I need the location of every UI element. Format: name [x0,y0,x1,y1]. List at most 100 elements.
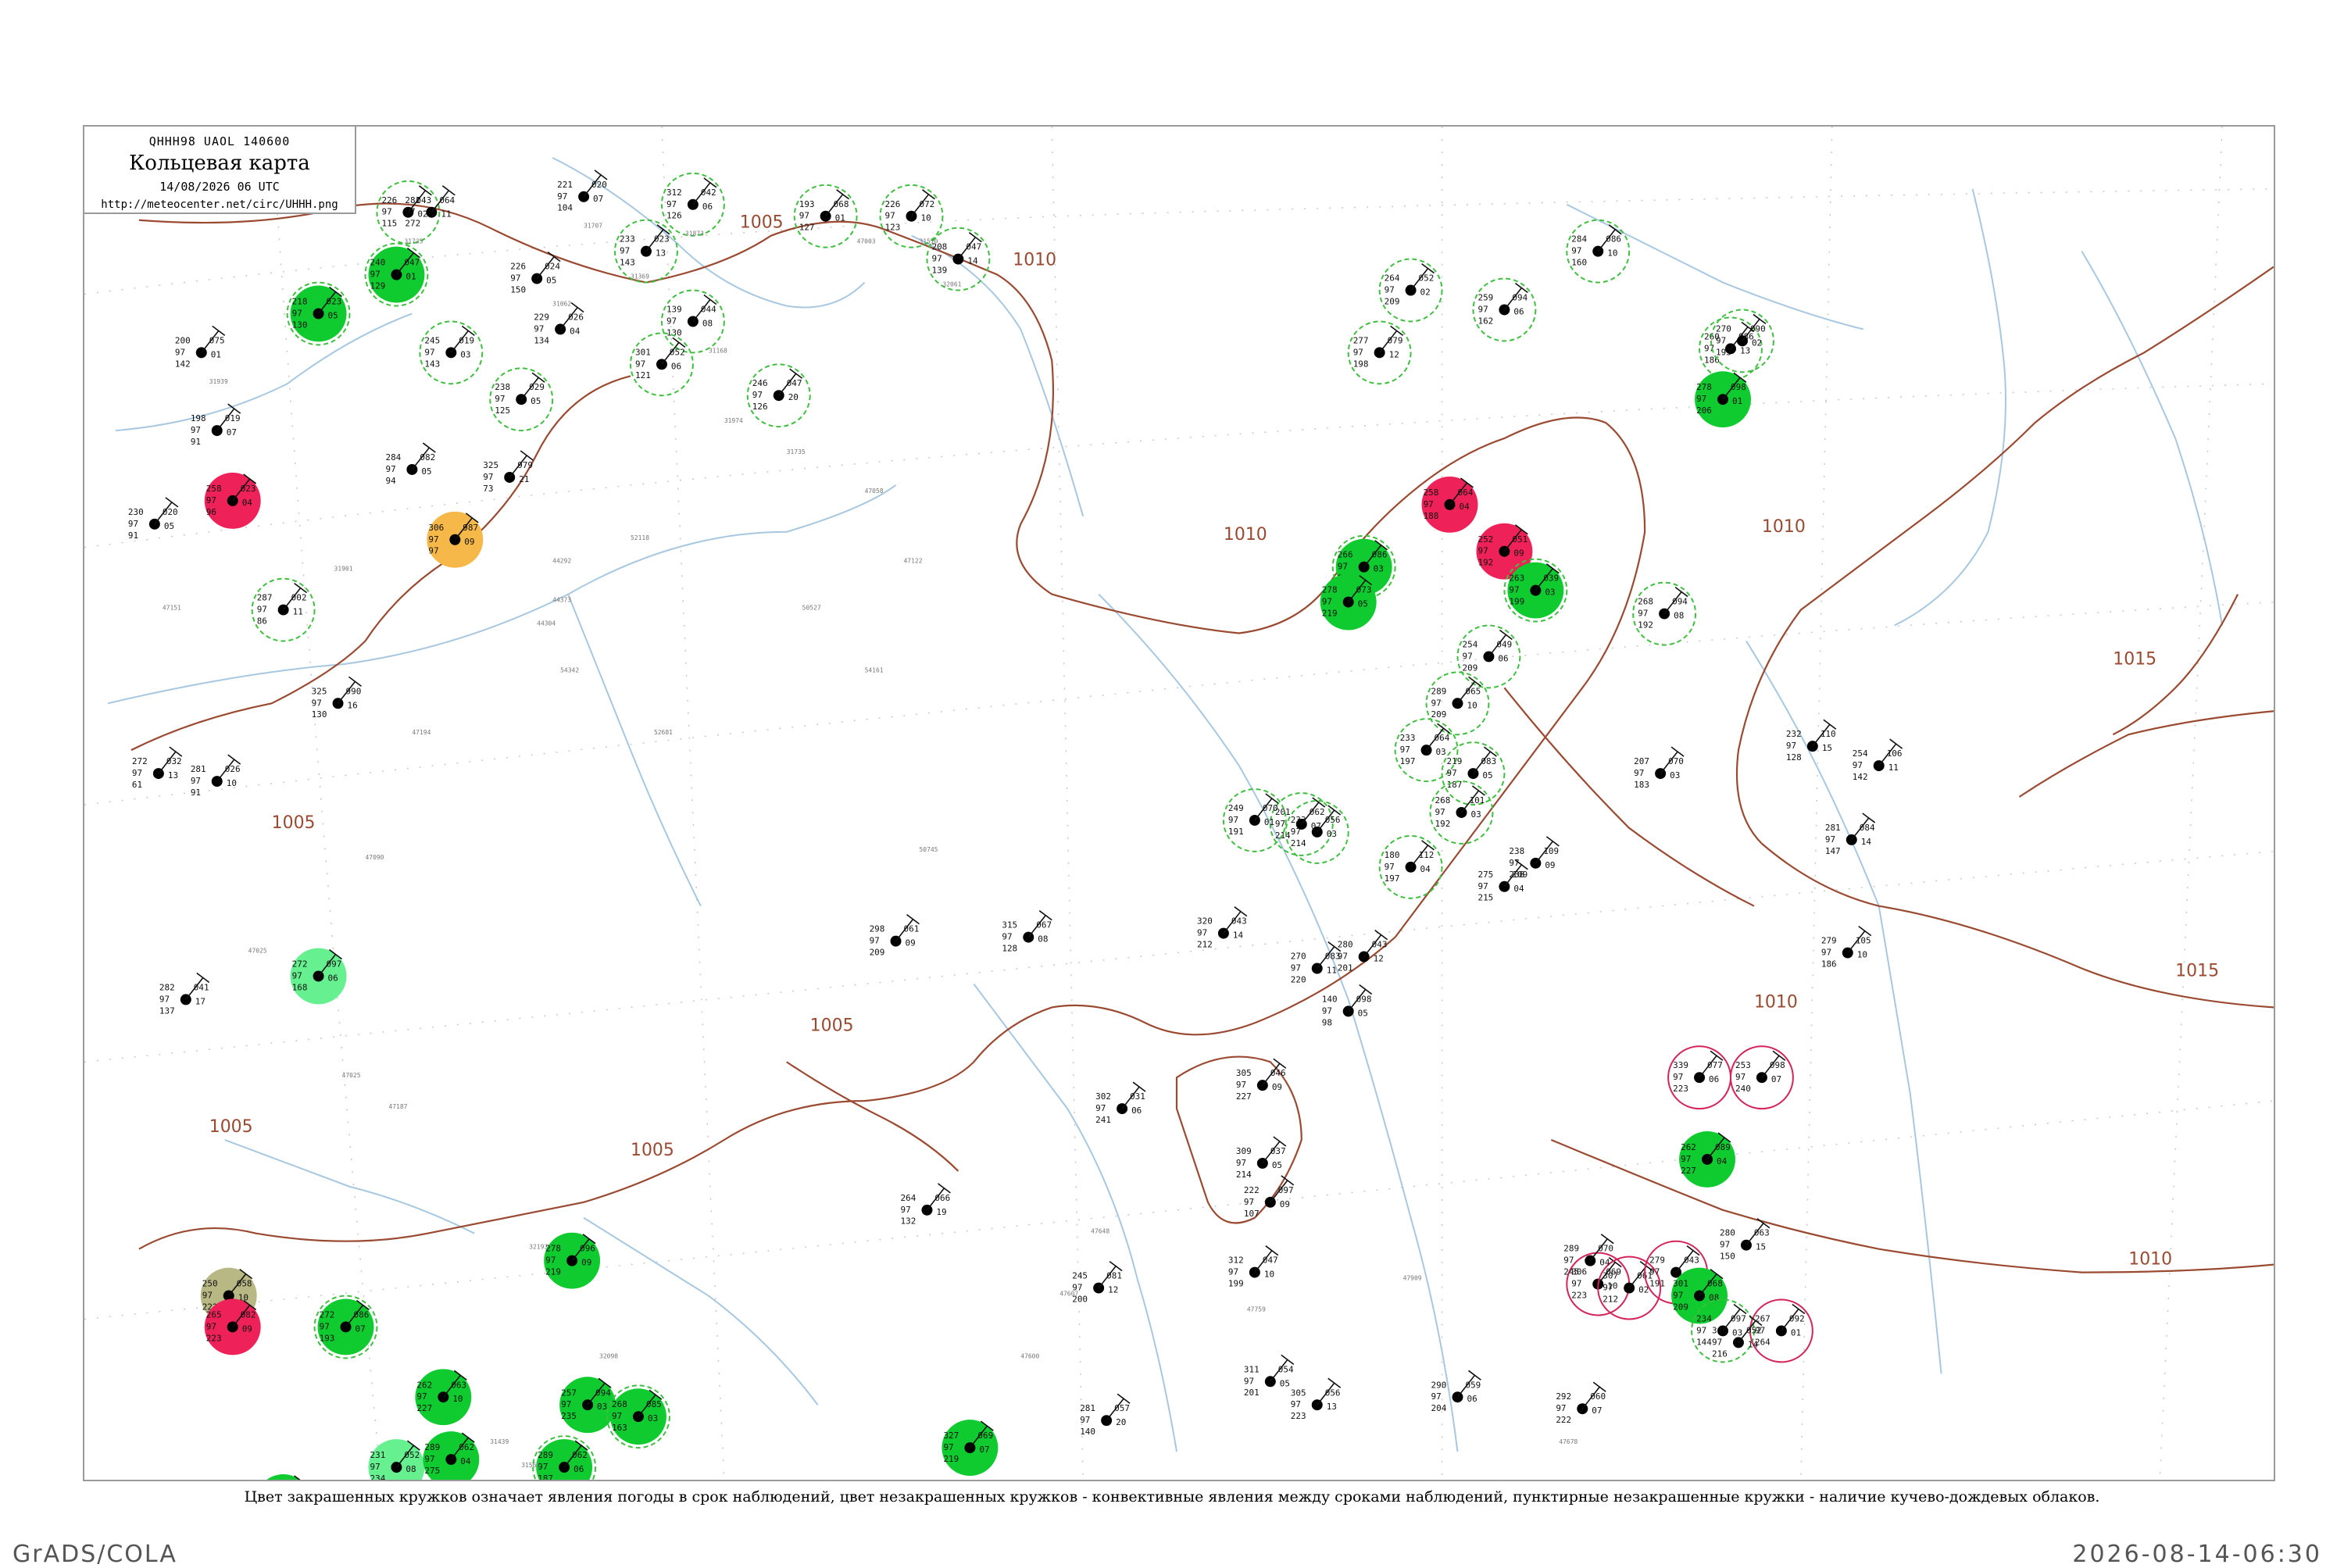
tendency-value: 04 [242,498,253,508]
station-model[interactable]: 325 979 73 21 97 [483,450,534,494]
station-model[interactable]: 290 059 204 06 97 [1431,1370,1481,1413]
station-model[interactable]: 280 0432011297 [1338,929,1388,973]
station-model[interactable]: 278 073 219 05 97 [1320,573,1377,630]
station-model[interactable]: 207 070 183 03 97 [1634,746,1685,790]
tendency-value: 07 [1592,1405,1602,1416]
station-model[interactable]: 312 042 126 06 97 [660,172,725,237]
temperature-value: 246 [752,378,768,388]
station-model[interactable]: 259 094 162 06 97 [1472,277,1537,342]
station-model[interactable]: 309 037 214 05 97 [1236,1136,1287,1180]
station-model[interactable]: 298 061 209 09 97 [870,914,920,958]
station-model[interactable]: 277 079 198 12 97 [1347,320,1412,385]
station-model[interactable]: 305 046 227 09 97 [1236,1058,1287,1102]
temperature-value: 282 [159,982,175,992]
station-model[interactable]: 292 060 222 07 97 [1556,1381,1606,1425]
source-url[interactable]: http://meteocenter.net/circ/UHHH.png [84,198,355,211]
station-model[interactable]: 339 077 223 06 97 [1667,1045,1731,1110]
dewpoint-value: 191 [1649,1279,1665,1289]
station-model[interactable]: 278 0962190997 [544,1232,601,1289]
station-model[interactable]: 230 020 91 05 97 [128,497,179,541]
station-model[interactable]: 231 052 234 08 97 [368,1439,425,1480]
station-model[interactable]: 287 002 86 11 97 [251,577,316,642]
station-model[interactable]: 289 0621870697 [532,1435,597,1480]
visibility-value: 97 [416,1391,427,1402]
station-model[interactable]: 282 041 137 17 97 [159,972,210,1016]
station-model[interactable]: 238 109 238 09 97 [1509,836,1560,880]
station-model[interactable]: 289 065 209 10 97 [1425,671,1490,736]
station-model[interactable]: 268 101 192 03 97 [1429,780,1494,845]
station-model[interactable]: 281 064 272 11 97 [405,185,456,229]
tendency-value: 05 [164,521,174,531]
station-model[interactable]: 312 047 199 10 97 [1228,1245,1279,1289]
station-index: 52118 [631,534,649,541]
pressure-value: 044 [701,304,716,314]
station-model[interactable]: 270 083 220 11 97 [1291,941,1342,985]
station-model[interactable]: 272 086 193 07 97 [313,1295,378,1359]
station-model[interactable]: 302 031 241 06 97 [1095,1081,1146,1125]
dewpoint-value: 206 [1696,405,1712,416]
station-model[interactable]: 268 085 163 03 97 [606,1384,670,1449]
station-model[interactable]: 262 089 227 04 97 [1679,1131,1735,1188]
station-model[interactable]: 254 106 142 11 97 [1853,738,1903,782]
station-model[interactable]: 222 097 107 09 97 [1244,1175,1295,1219]
station-model[interactable]: 254 049 209 06 97 [1456,624,1521,689]
station-model[interactable]: 272 032 61 13 97 [132,746,183,790]
station-model[interactable]: 278 098 206 01 97 [1695,371,1751,428]
station-model[interactable]: 325 990 130 16 97 [312,676,362,720]
station-model[interactable]: 272 097 168 06 97 [290,948,347,1005]
station-model[interactable]: 320 043 212 14 97 [1197,906,1248,950]
station-model[interactable]: 238 029 125 05 97 [489,367,554,432]
station-model[interactable]: 245 0812001297 [1072,1261,1123,1305]
station-model[interactable]: 305 056 223 13 97 [1291,1377,1342,1421]
station-model[interactable]: 265 082 223 09 97 [204,1298,261,1355]
station-model[interactable]: 281 057 140 20 97 [1080,1393,1131,1437]
station-model[interactable]: 281 084 147 14 97 [1825,813,1876,856]
station-model[interactable]: 258 064 188 04 97 [1421,476,1478,533]
station-model[interactable]: 258 023 96 04 97 [204,472,261,529]
station-model[interactable]: 306 987 97 09 97 [427,511,484,568]
station-model[interactable]: 257 094 235 03 97 [559,1377,616,1434]
station-model[interactable]: 140 098 98 05 97 [1322,984,1373,1027]
station-model[interactable]: 200 075 142 01 97 [175,325,226,369]
station-model[interactable]: 281 026 91 10 97 [191,754,241,798]
dewpoint-value: 142 [175,359,191,369]
station-model[interactable]: 264 052 209 02 97 [1378,258,1443,323]
station-model[interactable]: 264 066 132 19 97 [901,1183,951,1227]
visibility-value: 97 [545,1255,556,1266]
station-model[interactable]: 218 023 130 05 97 [286,281,351,346]
station-model[interactable]: 280 063 150 15 97 [1720,1218,1771,1262]
station-model[interactable]: 193 068 127 01 97 [793,184,858,248]
station-model[interactable]: 311 054 201 05 97 [1244,1354,1295,1398]
temperature-value: 234 [1696,1313,1712,1323]
isobar-label: 1005 [740,213,784,233]
station-model[interactable]: 275 1092150497 [1478,859,1528,903]
station-model[interactable]: 240 047 129 01 97 [364,242,429,307]
station-model[interactable]: 301 052 121 06 97 [630,332,694,397]
station-model[interactable]: 226 024 150 05 97 [510,251,561,295]
station-model[interactable]: 315 067 128 08 97 [1002,910,1052,954]
synoptic-map[interactable]: 1005 1005 1005 1005 1005 1010 1010 1010 … [84,127,2274,1480]
station-model[interactable]: 2790662241197 [255,1474,312,1480]
station-model[interactable]: 289 062 275 04 97 [423,1431,480,1480]
station-model[interactable]: 284 082 94 05 97 [385,442,436,486]
station-model[interactable]: 180 112 197 04 97 [1378,834,1443,899]
station-model[interactable]: 279 105 186 10 97 [1821,925,1872,970]
station-model[interactable]: 327 069 219 07 97 [942,1420,999,1477]
station-model[interactable]: 284 086 160 10 97 [1566,219,1631,284]
station-index: 47909 [1403,1275,1422,1282]
station-model[interactable]: 139 0441300897 [660,289,725,354]
pressure-value: 084 [1860,823,1875,833]
station-model[interactable]: 229 026 134 04 97 [534,302,584,345]
tendency-value: 08 [1674,611,1684,621]
tendency-value: 03 [460,349,470,359]
station-model[interactable]: 253 098 240 07 97 [1729,1045,1794,1110]
station-model[interactable]: 268 094 192 08 97 [1632,581,1697,646]
station-model[interactable]: 262 063 227 10 97 [415,1369,472,1426]
tendency-value: 02 [1420,288,1431,298]
pressure-value: 023 [241,484,256,494]
station-model[interactable]: 245 019 143 03 97 [419,320,484,385]
station-model[interactable]: 198 019 91 07 97 [191,403,241,447]
tendency-value: 07 [593,194,603,204]
station-model[interactable]: 246 047 126 20 97 [746,363,811,428]
station-model[interactable]: 221 020 104 07 97 [557,170,608,213]
